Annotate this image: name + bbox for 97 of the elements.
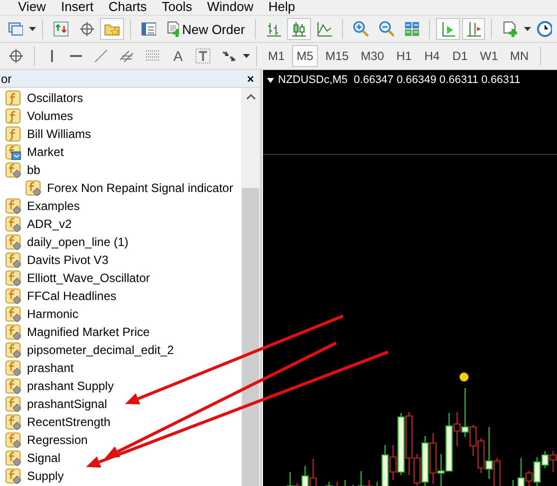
indicator-icon — [5, 324, 21, 340]
caret-icon — [524, 27, 531, 31]
candlestick-icon — [291, 21, 307, 37]
function-icon — [5, 108, 21, 124]
indicator-icon — [5, 252, 21, 268]
tree-item[interactable]: Supply — [27, 469, 64, 483]
scrollbar[interactable] — [241, 88, 260, 486]
arrows-icon — [53, 21, 69, 37]
tree-item[interactable]: prashantSignal — [27, 397, 108, 411]
line-chart-icon — [316, 21, 332, 37]
indicator-icon — [5, 414, 21, 430]
indicator-icon — [5, 396, 21, 412]
timeframe-button[interactable]: H1 — [391, 45, 418, 67]
grid-icon — [404, 21, 420, 37]
menu-item[interactable]: View — [14, 0, 57, 15]
profiles-icon — [8, 21, 24, 37]
tree-item[interactable]: Harmonic — [27, 307, 78, 321]
scrollbar-thumb[interactable] — [242, 188, 259, 486]
indicator-icon — [5, 450, 21, 466]
close-button[interactable]: × — [246, 72, 254, 86]
candle — [326, 482, 332, 486]
tree-item[interactable]: RecentStrength — [27, 415, 110, 429]
indicator-icon — [5, 198, 21, 214]
indicator-icon — [5, 432, 21, 448]
timeframe-button[interactable]: H4 — [419, 45, 446, 67]
tree-item[interactable]: FFCal Headlines — [27, 289, 116, 303]
caret-icon — [29, 27, 36, 31]
chart-title: NZDUSDc,M5 0.66347 0.66349 0.66311 0.66311 — [278, 74, 520, 86]
folder-star-button[interactable] — [100, 18, 124, 40]
function-icon — [5, 90, 21, 106]
crosshair-icon — [78, 21, 94, 37]
timeframe-button[interactable]: M5 — [292, 45, 318, 67]
tree-item[interactable]: Regression — [27, 433, 88, 447]
signal-dot — [460, 372, 468, 382]
function-icon — [5, 126, 21, 142]
timeframe-button[interactable]: MN — [505, 45, 534, 67]
chart-play-button[interactable] — [436, 18, 460, 40]
candlestick-button[interactable] — [287, 18, 311, 40]
timeframe-button[interactable]: W1 — [475, 45, 504, 67]
tree-item[interactable]: Oscillators — [27, 91, 84, 105]
timeframe-button[interactable]: M30 — [356, 45, 390, 67]
tree-item[interactable]: Market — [27, 145, 64, 159]
tree-item[interactable]: Volumes — [27, 109, 74, 123]
chart-shift-icon — [466, 21, 482, 37]
indicator-icon — [5, 270, 21, 286]
text-tool-button[interactable]: A — [167, 45, 189, 67]
indicator-icon — [5, 234, 21, 250]
caret-icon — [243, 54, 250, 58]
tree-item[interactable]: Elliott_Wave_Oscillator — [27, 271, 150, 285]
tree-item[interactable]: ADR_v2 — [27, 217, 72, 231]
tree-item[interactable]: daily_open_line (1) — [27, 235, 128, 249]
tree-item[interactable]: pipsometer_decimal_edit_2 — [27, 343, 174, 357]
tree-item[interactable]: Davits Pivot V3 — [27, 253, 108, 267]
zoom-out-icon — [378, 21, 394, 37]
menu-item[interactable]: Tools — [158, 0, 204, 15]
chart-play-icon — [440, 21, 456, 37]
timeframe-button[interactable]: D1 — [447, 45, 474, 67]
crosshair-icon — [8, 48, 24, 64]
indicator-icon — [5, 216, 21, 232]
document-plus-icon — [502, 21, 518, 37]
menu-item[interactable]: Insert — [56, 0, 104, 15]
timeframe-button[interactable]: M15 — [320, 45, 354, 67]
tree-item[interactable]: Magnified Market Price — [27, 325, 150, 339]
dropdown-icon[interactable] — [267, 78, 274, 82]
tree-item[interactable]: Examples — [27, 199, 80, 213]
zoom-in-icon — [353, 21, 369, 37]
horizontal-line-icon — [70, 55, 82, 57]
tree-item[interactable]: Forex Non Repaint Signal indicator — [47, 181, 234, 195]
vertical-line-icon — [51, 50, 53, 62]
indicator-icon — [5, 342, 21, 358]
timeframe-button[interactable]: M1 — [263, 45, 290, 67]
new-order-button[interactable]: New Order — [162, 18, 249, 40]
indicator-icon — [5, 468, 21, 484]
indicator-icon — [5, 288, 21, 304]
market-icon — [5, 144, 21, 160]
bar-chart-icon — [266, 21, 282, 37]
window-icon — [140, 21, 156, 37]
trend-line-icon — [93, 48, 109, 64]
indicator-icon — [5, 360, 21, 376]
channel-icon — [119, 48, 135, 64]
menu-item[interactable]: Charts — [104, 0, 158, 15]
indicator-icon — [5, 162, 21, 178]
menu-item[interactable]: Help — [264, 0, 306, 15]
menu-item[interactable]: Window — [203, 0, 264, 15]
indicator-icon — [5, 378, 21, 394]
document-plus-icon — [166, 21, 180, 37]
tree-item[interactable]: prashant Supply — [27, 379, 114, 393]
indicator-icon — [25, 180, 41, 196]
tree-item[interactable]: Bill Williams — [27, 127, 91, 141]
text-label-icon — [195, 48, 211, 64]
tree-item[interactable]: bb — [27, 163, 40, 177]
clock-icon — [536, 21, 552, 37]
indicator-icon — [5, 306, 21, 322]
panel-title: or — [1, 72, 12, 86]
chart-shift-button[interactable] — [462, 18, 486, 40]
tree-item[interactable]: prashant — [27, 361, 74, 375]
tree-item[interactable]: Signal — [27, 451, 60, 465]
